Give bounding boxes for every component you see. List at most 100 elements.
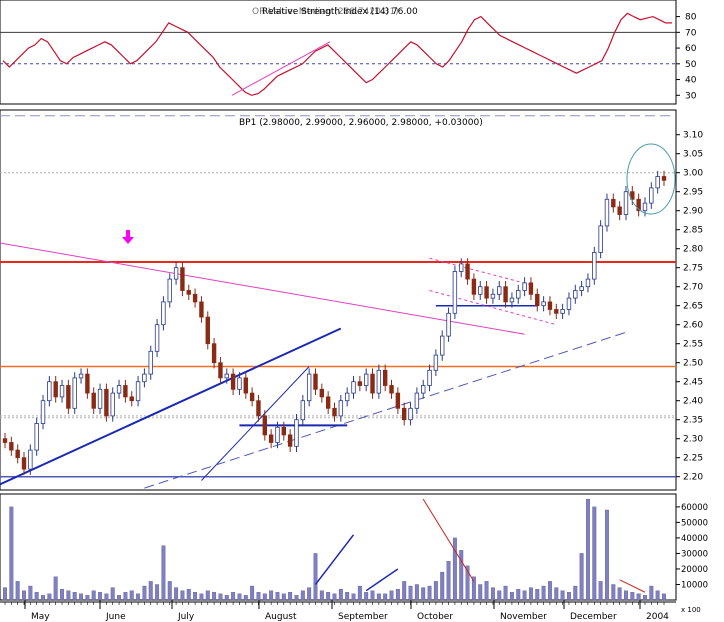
candle-body: [104, 388, 109, 417]
volume-bar: [167, 581, 172, 601]
volume-bar: [199, 593, 204, 601]
volume-bar: [383, 593, 388, 601]
volume-bar: [497, 590, 502, 601]
candle-body: [192, 293, 198, 303]
x-tick-label: December: [570, 612, 617, 622]
volume-unit-label: x 100: [681, 606, 701, 614]
volume-bar: [91, 590, 96, 601]
volume-bar: [326, 592, 331, 601]
candle-body: [313, 373, 318, 390]
candle-body: [224, 373, 229, 379]
candle-body: [408, 407, 413, 421]
candle-body: [180, 267, 185, 291]
price-tick-label: 2.70: [683, 283, 703, 293]
candle-body: [123, 385, 128, 398]
volume-bar: [231, 592, 236, 601]
price-title: BP1 (2.98000, 2.99000, 2.96000, 2.98000,…: [239, 118, 483, 128]
price-tick-label: 2.20: [683, 473, 703, 483]
volume-bar: [440, 571, 445, 601]
candle-body: [325, 396, 331, 409]
price-tick-label: 3.00: [683, 169, 703, 179]
candle-body: [15, 449, 20, 459]
volume-tick-label: 60000: [681, 503, 708, 513]
candle-body: [611, 198, 616, 208]
volume-bar: [573, 585, 578, 601]
candle-body: [617, 206, 622, 215]
candle-body: [154, 324, 160, 352]
price-tick-label: 2.60: [683, 321, 703, 331]
candle-body: [528, 282, 534, 295]
volume-bar: [376, 593, 381, 601]
candle-body: [211, 343, 217, 364]
candle-body: [148, 350, 153, 375]
candle-body: [427, 369, 432, 386]
candle-body: [294, 419, 299, 447]
volume-bar: [205, 590, 210, 601]
volume-bar: [117, 595, 122, 601]
volume-bar: [142, 585, 147, 601]
volume-bar: [161, 545, 166, 601]
volume-bar: [34, 592, 39, 601]
candle-body: [78, 373, 84, 379]
candle-body: [338, 400, 344, 417]
price-tick-label: 2.90: [683, 207, 703, 217]
volume-bar: [364, 592, 369, 601]
volume-bar: [592, 506, 597, 601]
candle-body: [344, 392, 350, 402]
volume-bar: [256, 592, 261, 601]
volume-bar: [427, 585, 432, 601]
candle-body: [421, 385, 426, 394]
candle-body: [351, 381, 356, 394]
rsi-tick-label: 80: [685, 13, 697, 23]
volume-tick-label: 10000: [681, 580, 708, 590]
candle-body: [205, 316, 210, 345]
volume-bar: [395, 588, 400, 601]
volume-bar: [567, 592, 571, 601]
candle-body: [516, 290, 521, 299]
candle-body: [554, 309, 559, 314]
candle-body: [332, 407, 337, 417]
candle-body: [66, 385, 71, 409]
volume-bar: [433, 581, 438, 601]
volume-bar: [345, 592, 350, 601]
volume-bar: [98, 592, 102, 601]
candle-body: [541, 301, 546, 307]
price-tick-label: 3.10: [683, 131, 703, 141]
volume-bar: [624, 590, 628, 601]
candle-body: [414, 392, 420, 409]
volume-bar: [617, 587, 622, 601]
volume-bar: [193, 592, 198, 601]
x-tick-label: May: [31, 612, 50, 622]
candle-body: [535, 293, 540, 307]
candle-body: [497, 286, 502, 295]
candle-body: [237, 377, 242, 390]
volume-bar: [148, 581, 153, 601]
candle-body: [34, 423, 39, 451]
price-tick-label: 2.25: [683, 454, 703, 464]
volume-bar: [541, 585, 546, 601]
candle-body: [306, 373, 312, 402]
price-panel: [0, 109, 677, 491]
price-tick-label: 3.05: [683, 150, 703, 160]
candle-body: [2, 438, 8, 443]
candle-body: [40, 400, 46, 424]
volume-bar: [60, 588, 64, 601]
candle-body: [446, 312, 451, 337]
volume-bar: [408, 585, 413, 601]
volume-tick-label: 20000: [681, 565, 708, 575]
price-tick-label: 2.30: [683, 435, 703, 445]
candle-body: [433, 354, 439, 371]
price-tick-label: 2.75: [683, 264, 703, 274]
price-tick-label: 2.65: [683, 302, 703, 312]
candle-body: [566, 297, 572, 310]
candle-body: [440, 335, 445, 356]
volume-tick-label: 30000: [681, 549, 708, 559]
candle-body: [642, 202, 648, 212]
x-tick-label: June: [105, 612, 126, 622]
volume-bar: [452, 537, 457, 601]
volume-bar: [319, 590, 324, 601]
volume-bar: [186, 588, 191, 601]
volume-bar: [104, 593, 109, 601]
volume-bar: [22, 590, 26, 601]
candle-body: [319, 388, 325, 398]
